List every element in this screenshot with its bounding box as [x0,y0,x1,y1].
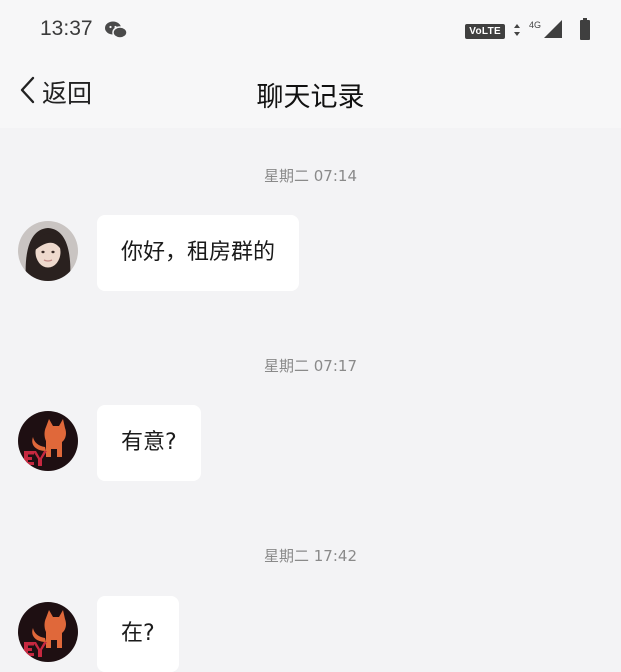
cat-logo-avatar[interactable] [18,411,78,471]
status-time: 13:37 [40,17,93,40]
battery-icon [579,18,591,44]
message-row: 有意? [18,405,201,481]
status-bar: 13:37 VoLTE 4G [0,0,621,60]
message-timestamp: 星期二 07:17 [264,357,357,375]
message-timestamp: 星期二 17:42 [264,547,357,565]
cat-logo-avatar[interactable] [18,602,78,662]
network-type: 4G [528,20,541,30]
navigation-bar: 返回 聊天记录 [0,60,621,128]
message-bubble[interactable]: 你好，租房群的 [97,215,300,291]
signal-icon [543,19,563,43]
message-timestamp: 星期二 07:14 [264,167,357,185]
status-indicators: VoLTE 4G [465,18,591,44]
message-row: 你好，租房群的 [18,215,300,291]
message-bubble[interactable]: 有意? [97,405,201,481]
volte-badge: VoLTE [465,23,505,39]
wechat-icon [104,20,128,44]
message-row: 在? [18,596,179,672]
woman-photo-avatar[interactable] [18,221,78,281]
data-arrows-icon [513,22,521,41]
page-title: 聊天记录 [256,82,365,113]
message-bubble[interactable]: 在? [97,596,179,672]
